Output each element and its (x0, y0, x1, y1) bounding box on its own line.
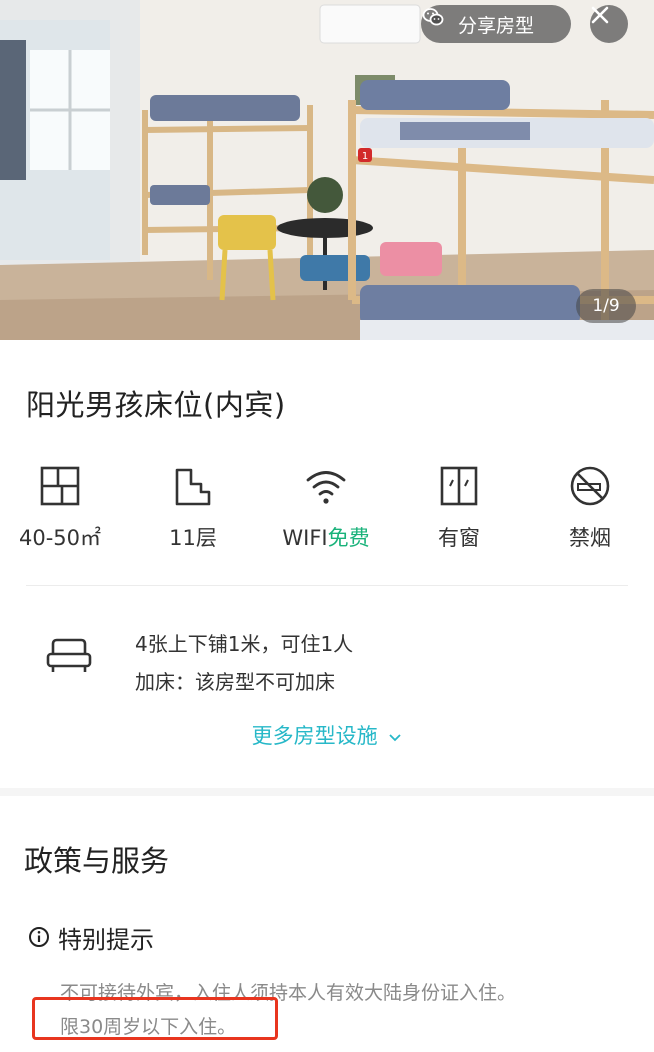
facility-nosmoking-label: 禁烟 (569, 526, 611, 550)
facility-window-label: 有窗 (438, 526, 480, 550)
policy-card: 政策与服务 特别提示 不可接待外宾，入住人须持本人有效大陆身份证入住。 限30周… (0, 796, 654, 1052)
bunk-number-badge: 1 (362, 151, 368, 162)
no-smoking-icon (570, 466, 610, 506)
sofa-bed-icon (46, 638, 92, 672)
facility-window: 有窗 (399, 464, 519, 552)
facility-wifi-label: WIFI免费 (266, 522, 386, 552)
chevron-down-icon (389, 734, 401, 742)
facility-area: 40-50㎡ (0, 464, 120, 552)
room-photo-image: 1 (0, 0, 654, 340)
bed-description: 4张上下铺1米，可住1人 (135, 632, 354, 656)
room-photo[interactable]: 1 分享房型 1/9 (0, 0, 654, 340)
share-room-button[interactable]: 分享房型 (421, 5, 571, 43)
facility-area-label: 40-50㎡ (18, 526, 102, 550)
facility-floor-label: 11层 (169, 526, 217, 550)
floorplan-icon (40, 466, 80, 506)
close-icon (591, 6, 609, 24)
wifi-free-text: 免费 (327, 526, 370, 550)
special-tip-header: 特别提示 (28, 922, 154, 954)
window-icon (440, 466, 478, 506)
facility-nosmoking: 禁烟 (530, 464, 650, 552)
share-room-label: 分享房型 (457, 14, 534, 37)
wifi-text: WIFI (282, 526, 328, 550)
age-limit-highlight (32, 997, 278, 1040)
facility-list: 40-50㎡ 11层 WIFI免费 有窗 禁烟 (0, 464, 654, 564)
wifi-icon (306, 471, 346, 504)
facility-floor: 11层 (133, 464, 253, 552)
photo-counter: 1/9 (576, 289, 636, 323)
policy-section-title: 政策与服务 (24, 844, 170, 878)
bed-info: 4张上下铺1米，可住1人 加床：该房型不可加床 (0, 622, 654, 702)
wechat-icon (422, 8, 444, 26)
room-title: 阳光男孩床位(内宾) (26, 388, 286, 422)
room-info-card: 阳光男孩床位(内宾) 40-50㎡ 11层 WIFI免费 有窗 禁烟 4张上下铺… (0, 340, 654, 788)
divider (26, 585, 628, 586)
floor-stairs-icon (175, 468, 211, 506)
close-button[interactable] (590, 5, 628, 43)
extra-bed-policy: 加床：该房型不可加床 (135, 670, 335, 694)
more-facilities-link[interactable]: 更多房型设施 (0, 720, 654, 750)
special-tip-title: 特别提示 (58, 925, 154, 954)
more-facilities-label: 更多房型设施 (251, 724, 378, 748)
facility-wifi: WIFI免费 (266, 464, 386, 552)
info-icon (29, 927, 49, 947)
